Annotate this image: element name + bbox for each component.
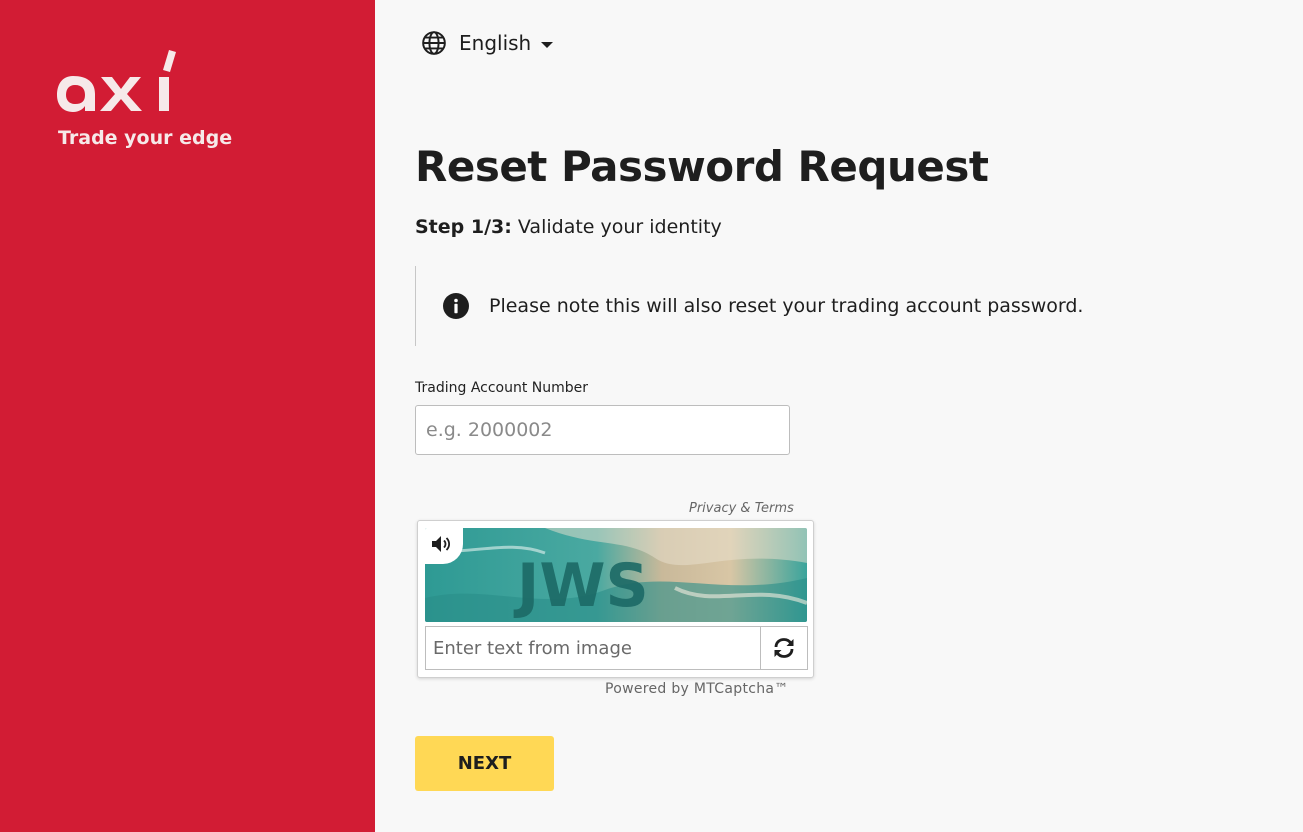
captcha-widget: JWS (417, 520, 814, 678)
notice-text: Please note this will also reset your tr… (489, 295, 1084, 317)
speaker-icon (432, 536, 451, 552)
logo-wordmark (55, 48, 180, 131)
step-indicator: Step 1/3: Validate your identity (415, 216, 722, 238)
axi-logo-graphic (57, 50, 176, 112)
axi-logo (55, 48, 180, 131)
chevron-down-icon (541, 42, 554, 48)
notice-box: Please note this will also reset your tr… (415, 266, 1135, 346)
globe-icon (422, 31, 446, 55)
captcha-image-graphic: JWS (425, 528, 807, 622)
main-panel: English Reset Password Request Step 1/3:… (375, 0, 1303, 832)
captcha-text-input[interactable] (425, 626, 761, 670)
captcha-glyphs: JWS (513, 551, 649, 621)
language-selector[interactable]: English (421, 30, 554, 56)
captcha-image: JWS (425, 528, 807, 622)
refresh-icon (774, 638, 794, 658)
language-label: English (459, 31, 532, 55)
account-number-input[interactable] (415, 405, 790, 455)
captcha-powered-by: Powered by MTCaptcha™ (605, 681, 789, 697)
brand-tagline: Trade your edge (58, 127, 233, 149)
info-icon (443, 293, 469, 319)
page-title: Reset Password Request (415, 142, 989, 191)
step-number: Step 1/3: (415, 216, 512, 238)
privacy-terms-link[interactable]: Privacy & Terms (689, 501, 794, 516)
next-button[interactable]: NEXT (415, 736, 554, 791)
step-description: Validate your identity (517, 216, 722, 238)
captcha-refresh-button[interactable] (760, 626, 808, 670)
brand-sidebar: Trade your edge (0, 0, 375, 832)
account-number-label: Trading Account Number (415, 380, 589, 396)
